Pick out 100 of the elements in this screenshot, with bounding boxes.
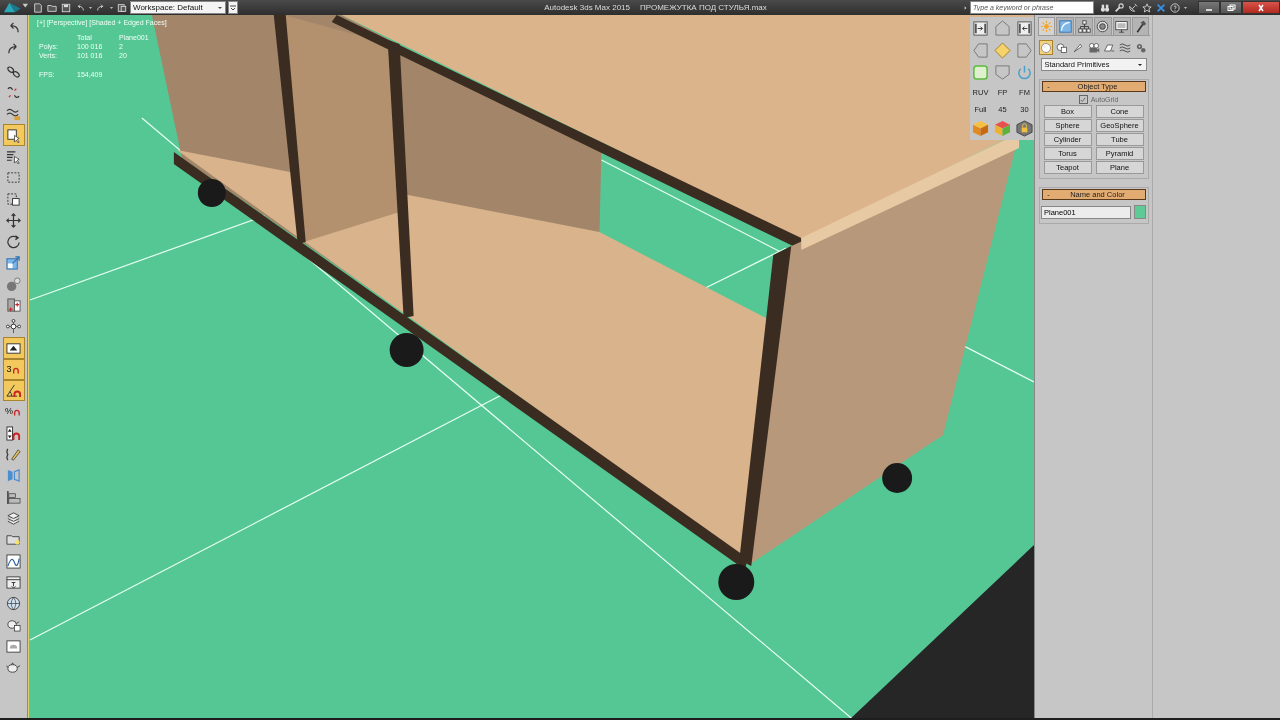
angle-snap-button[interactable] [2, 380, 25, 402]
wrench-icon[interactable] [1114, 2, 1124, 13]
restore-icon [1226, 3, 1236, 12]
pentagon-icon [972, 42, 989, 59]
caret-icon[interactable] [88, 4, 93, 11]
square-icon [972, 64, 989, 81]
minimize-button[interactable] [1198, 1, 1220, 14]
magnet-icon [13, 407, 22, 417]
hammer-icon [1134, 20, 1148, 33]
locked-cube-button[interactable] [1014, 118, 1034, 139]
diamond-icon [994, 42, 1011, 59]
checkmark-icon [1080, 96, 1087, 103]
modify-tab[interactable] [1056, 17, 1075, 35]
tape-icon [1103, 41, 1116, 54]
select-object-icon [6, 127, 21, 143]
project-folder-icon[interactable] [117, 2, 127, 13]
motion-icon [1096, 20, 1110, 33]
manipulate-icon [6, 298, 21, 313]
angle-snap-icon [6, 383, 21, 399]
hierarchy-icon [1077, 20, 1091, 33]
select-object-button[interactable] [2, 124, 25, 146]
wave-icon [1119, 41, 1132, 54]
caret-icon [217, 4, 223, 11]
cube-icon [994, 120, 1011, 137]
cube-icon [972, 120, 989, 137]
expand-arrow-icon[interactable] [963, 4, 968, 11]
gears-icon [1135, 41, 1148, 54]
align-icon [6, 489, 21, 505]
motion-tab[interactable] [1094, 17, 1112, 35]
mirror-icon [6, 468, 21, 484]
undo-icon[interactable] [75, 2, 85, 13]
render-frame-icon [6, 638, 21, 654]
pentagon-icon [994, 64, 1011, 81]
wave-icon [6, 106, 21, 122]
save-icon[interactable] [61, 2, 71, 13]
select-by-name-icon [6, 148, 21, 164]
geometry-category-button[interactable] [1038, 40, 1054, 55]
keyboard-override-icon [6, 340, 21, 356]
help-icon[interactable] [1170, 2, 1180, 13]
percent-toggle-button[interactable]: % [2, 401, 25, 423]
snap-toggle-button[interactable]: 3 [2, 358, 25, 381]
caret-icon[interactable] [1183, 4, 1188, 11]
color-swatch[interactable] [1134, 205, 1146, 219]
curve-icon [1058, 20, 1072, 33]
schematic-icon [6, 574, 21, 590]
scale-icon [6, 255, 21, 271]
teapot-icon [6, 660, 21, 676]
broken-chain-icon [6, 85, 21, 101]
restore-button[interactable] [1220, 1, 1242, 14]
x-logo-icon[interactable] [1156, 2, 1166, 13]
camera-icon [1087, 41, 1100, 54]
cameras-category-button[interactable] [1086, 40, 1101, 55]
globe-icon [6, 596, 21, 612]
menu-icon [229, 3, 237, 12]
close-icon [1256, 3, 1266, 12]
home-icon [994, 20, 1011, 37]
menu-button[interactable] [228, 1, 238, 14]
chain-icon [6, 63, 21, 79]
open-folder-icon[interactable] [47, 2, 57, 13]
close-button[interactable] [1242, 1, 1280, 14]
power-icon [1016, 64, 1033, 81]
move-icon [6, 212, 21, 228]
new-file-icon[interactable] [33, 2, 43, 13]
layers-icon [6, 510, 21, 526]
caret-icon[interactable] [109, 4, 114, 11]
teapot-icon [6, 617, 21, 633]
edit-selection-icon [6, 447, 21, 463]
shapes-category-button[interactable] [1054, 40, 1070, 55]
file-name: ПРОМЕЖУТКА ПОД СТУЛЬЯ.max [640, 3, 767, 12]
display-tab[interactable] [1112, 17, 1131, 35]
spotlight-icon [1071, 41, 1084, 54]
window-crossing-icon [6, 191, 21, 207]
satellite-icon[interactable] [1128, 2, 1138, 13]
zoom-extents-icon [1016, 20, 1033, 37]
graph-icon [6, 553, 21, 569]
pivot-icon [6, 319, 21, 335]
app-logo-icon[interactable] [2, 1, 30, 14]
zoom-extents-button[interactable] [970, 18, 991, 39]
caret-icon [1136, 61, 1143, 68]
hierarchy-tab[interactable] [1075, 17, 1093, 35]
selection-region-icon [6, 170, 21, 186]
redo-icon[interactable] [96, 2, 106, 13]
zoom-extents-icon [972, 20, 989, 37]
spacewarps-category-button[interactable] [1117, 40, 1133, 55]
zoom-extents-button[interactable] [1014, 18, 1034, 39]
workspace-dropdown[interactable]: Workspace: Default [130, 1, 226, 14]
folder-icon [6, 532, 21, 548]
shapes-icon [1055, 41, 1068, 54]
binoculars-icon[interactable] [1100, 2, 1110, 13]
spinner-snap-icon [6, 425, 21, 441]
keyboard-override-button[interactable] [2, 337, 25, 359]
utilities-tab[interactable] [1131, 17, 1150, 35]
star-icon[interactable] [1142, 2, 1152, 13]
sun-icon [1039, 20, 1053, 33]
pentagon-icon [1016, 42, 1033, 59]
locked-cube-icon [1016, 120, 1033, 137]
sphere-icon [6, 276, 21, 292]
sphere-icon [1039, 41, 1052, 54]
rotate-icon [6, 234, 21, 250]
app-title: Autodesk 3ds Max 2015 [544, 3, 630, 12]
